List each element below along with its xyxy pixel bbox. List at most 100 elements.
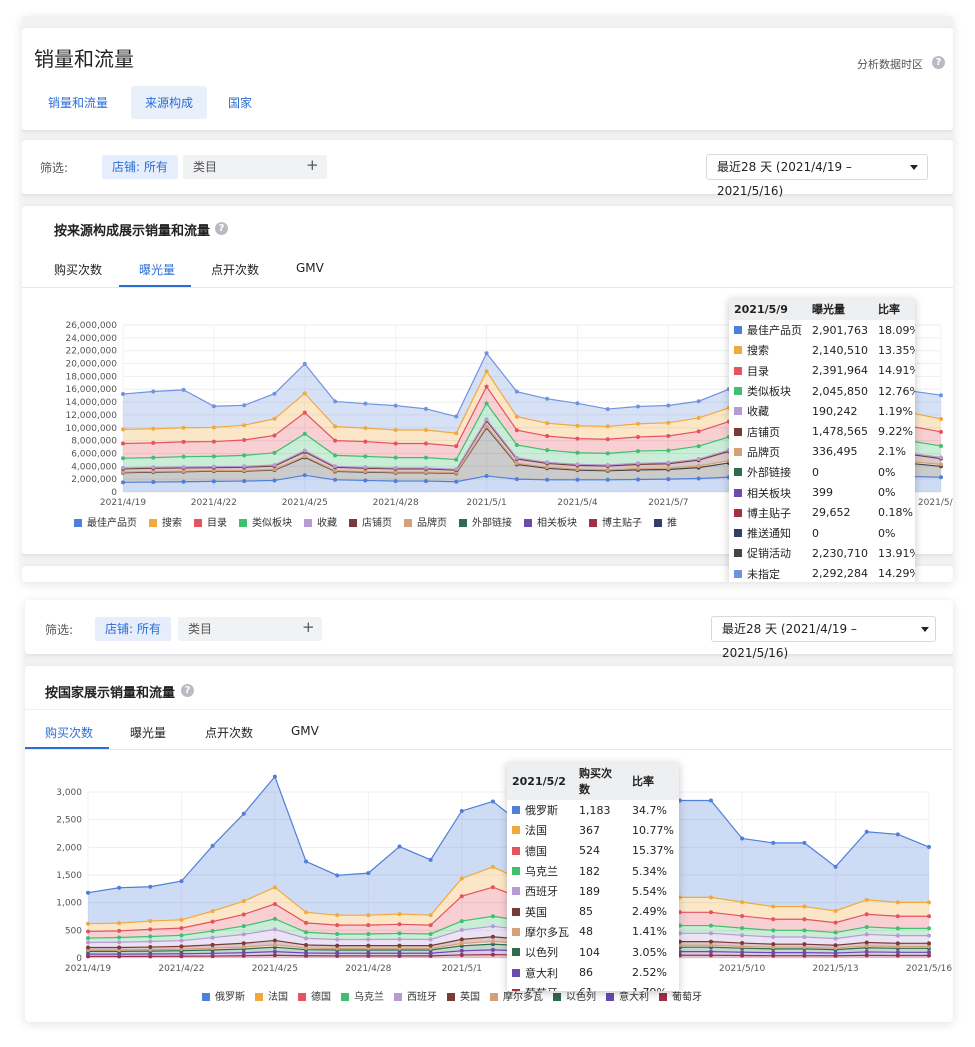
tooltip-series-name: 法国 (525, 824, 547, 838)
tooltip-series-name: 博主贴子 (747, 506, 791, 520)
legend-label: 以色列 (566, 990, 596, 1003)
tooltip-ratio: 2.1% (877, 445, 906, 459)
tooltip-ratio: 5.34% (632, 864, 667, 878)
data-point-英国 (490, 934, 495, 939)
legend-label: 摩尔多瓦 (503, 990, 543, 1003)
tooltip-ratio: 0% (877, 486, 896, 500)
legend-swatch (490, 993, 498, 1001)
subtab-clicks[interactable]: 点开次数 (205, 724, 253, 741)
subtab-purchases[interactable]: 购买次数 (54, 261, 102, 278)
data-point-收藏 (575, 462, 580, 467)
shop-filter-chip[interactable]: 店铺: 所有 (102, 155, 178, 179)
tooltip-series-name: 目录 (747, 364, 769, 378)
data-point-英国 (895, 941, 900, 946)
data-point-目录 (666, 433, 671, 438)
y-tick-label: 26,000,000 (65, 321, 117, 331)
legend-swatch (202, 993, 210, 1001)
data-point-收藏 (363, 465, 368, 470)
x-tick-label: 2021/4/19 (100, 498, 146, 508)
subtab-purchases[interactable]: 购买次数 (45, 724, 93, 741)
legend-label: 西班牙 (407, 991, 437, 1003)
legend-swatch (734, 427, 742, 436)
tooltip-row: 品牌页 336,495 2.1% (729, 442, 915, 462)
legend-swatch (659, 993, 667, 1001)
tooltip-ratio: 15.37% (632, 844, 674, 858)
data-point-德国 (179, 926, 184, 931)
legend-swatch (74, 519, 82, 527)
data-point-法国 (459, 876, 464, 881)
data-point-乌克兰 (210, 929, 215, 934)
data-point-俄罗斯 (179, 879, 184, 884)
shop-filter-chip[interactable]: 店铺: 所有 (95, 617, 171, 641)
data-point-类似板块 (605, 451, 610, 456)
tooltip-value: 86 (579, 966, 593, 980)
x-tick-label: 2021/5/16 (918, 498, 953, 508)
subtab-impressions[interactable]: 曝光量 (130, 724, 166, 741)
tooltip-value: 104 (579, 945, 600, 959)
data-point-品牌页 (333, 468, 338, 473)
data-point-最佳产品页 (333, 399, 338, 404)
legend-swatch (734, 549, 742, 558)
data-point-类似板块 (666, 448, 671, 453)
timezone-label[interactable]: 分析数据时区 (857, 56, 923, 72)
date-range-select[interactable]: 最近28 天 (2021/4/19 – 2021/5/16) (711, 616, 936, 660)
y-tick-label: 500 (65, 926, 82, 936)
data-point-目录 (939, 429, 943, 434)
x-tick-label: 2021/4/28 (345, 964, 391, 974)
subtab-gmv[interactable]: GMV (291, 724, 319, 738)
data-point-德国 (459, 894, 464, 899)
help-icon[interactable]: ? (932, 56, 945, 69)
data-point-德国 (210, 919, 215, 924)
legend-label: 品牌页 (417, 516, 447, 529)
data-point-意大利 (459, 948, 464, 953)
data-point-收藏 (151, 465, 156, 470)
x-tick-label: 2021/5/1 (442, 964, 482, 974)
legend-swatch (734, 407, 742, 416)
data-point-目录 (636, 434, 641, 439)
tab-source[interactable]: 来源构成 (131, 86, 208, 119)
data-point-西班牙 (771, 934, 776, 939)
data-point-类似板块 (484, 401, 489, 406)
tooltip-row: 法国 367 10.77% (507, 820, 679, 840)
tooltip-series-name: 以色列 (525, 946, 558, 960)
data-point-英国 (771, 942, 776, 947)
x-tick-label: 2021/4/28 (373, 498, 419, 508)
x-tick-label: 2021/5/13 (812, 964, 858, 974)
add-filter-icon[interactable]: + (306, 156, 319, 174)
tooltip-col-value: 购买次数 (574, 762, 628, 800)
date-range-value: 最近28 天 (2021/4/19 – 2021/5/16) (722, 622, 857, 660)
legend-label: 法国 (268, 990, 288, 1003)
data-point-目录 (181, 439, 186, 444)
tooltip-row: 收藏 190,242 1.19% (729, 401, 915, 421)
data-point-西班牙 (117, 940, 122, 945)
data-point-意大利 (833, 951, 838, 956)
subtab-gmv[interactable]: GMV (296, 261, 324, 275)
data-point-乌克兰 (927, 926, 931, 931)
data-point-乌克兰 (895, 926, 900, 931)
data-point-乌克兰 (335, 931, 340, 936)
data-point-西班牙 (179, 938, 184, 943)
data-point-意大利 (771, 950, 776, 955)
help-icon[interactable]: ? (181, 684, 194, 697)
tab-country[interactable]: 国家 (214, 86, 266, 119)
data-point-未指定 (454, 479, 459, 484)
data-point-最佳产品页 (211, 404, 216, 409)
tooltip-row: 相关板块 399 0% (729, 482, 915, 502)
data-point-最佳产品页 (302, 361, 307, 366)
category-filter-chip[interactable]: 类目 (178, 617, 322, 641)
tooltip-ratio: 2.52% (632, 966, 667, 980)
data-point-英国 (272, 938, 277, 943)
date-range-select[interactable]: 最近28 天 (2021/4/19 – 2021/5/16) (706, 154, 928, 198)
subtab-impressions[interactable]: 曝光量 (139, 261, 175, 278)
tab-sales-traffic[interactable]: 销量和流量 (34, 86, 122, 119)
subtab-clicks[interactable]: 点开次数 (211, 261, 259, 278)
help-icon[interactable]: ? (215, 222, 228, 235)
data-point-品牌页 (605, 467, 610, 472)
tooltip-ratio: 0% (877, 526, 896, 540)
add-filter-icon[interactable]: + (302, 618, 315, 636)
data-point-搜索 (121, 427, 125, 432)
data-point-搜索 (545, 421, 550, 426)
tooltip-row: 推送通知 0 0% (729, 523, 915, 543)
data-point-收藏 (545, 460, 550, 465)
data-point-品牌页 (514, 461, 519, 466)
